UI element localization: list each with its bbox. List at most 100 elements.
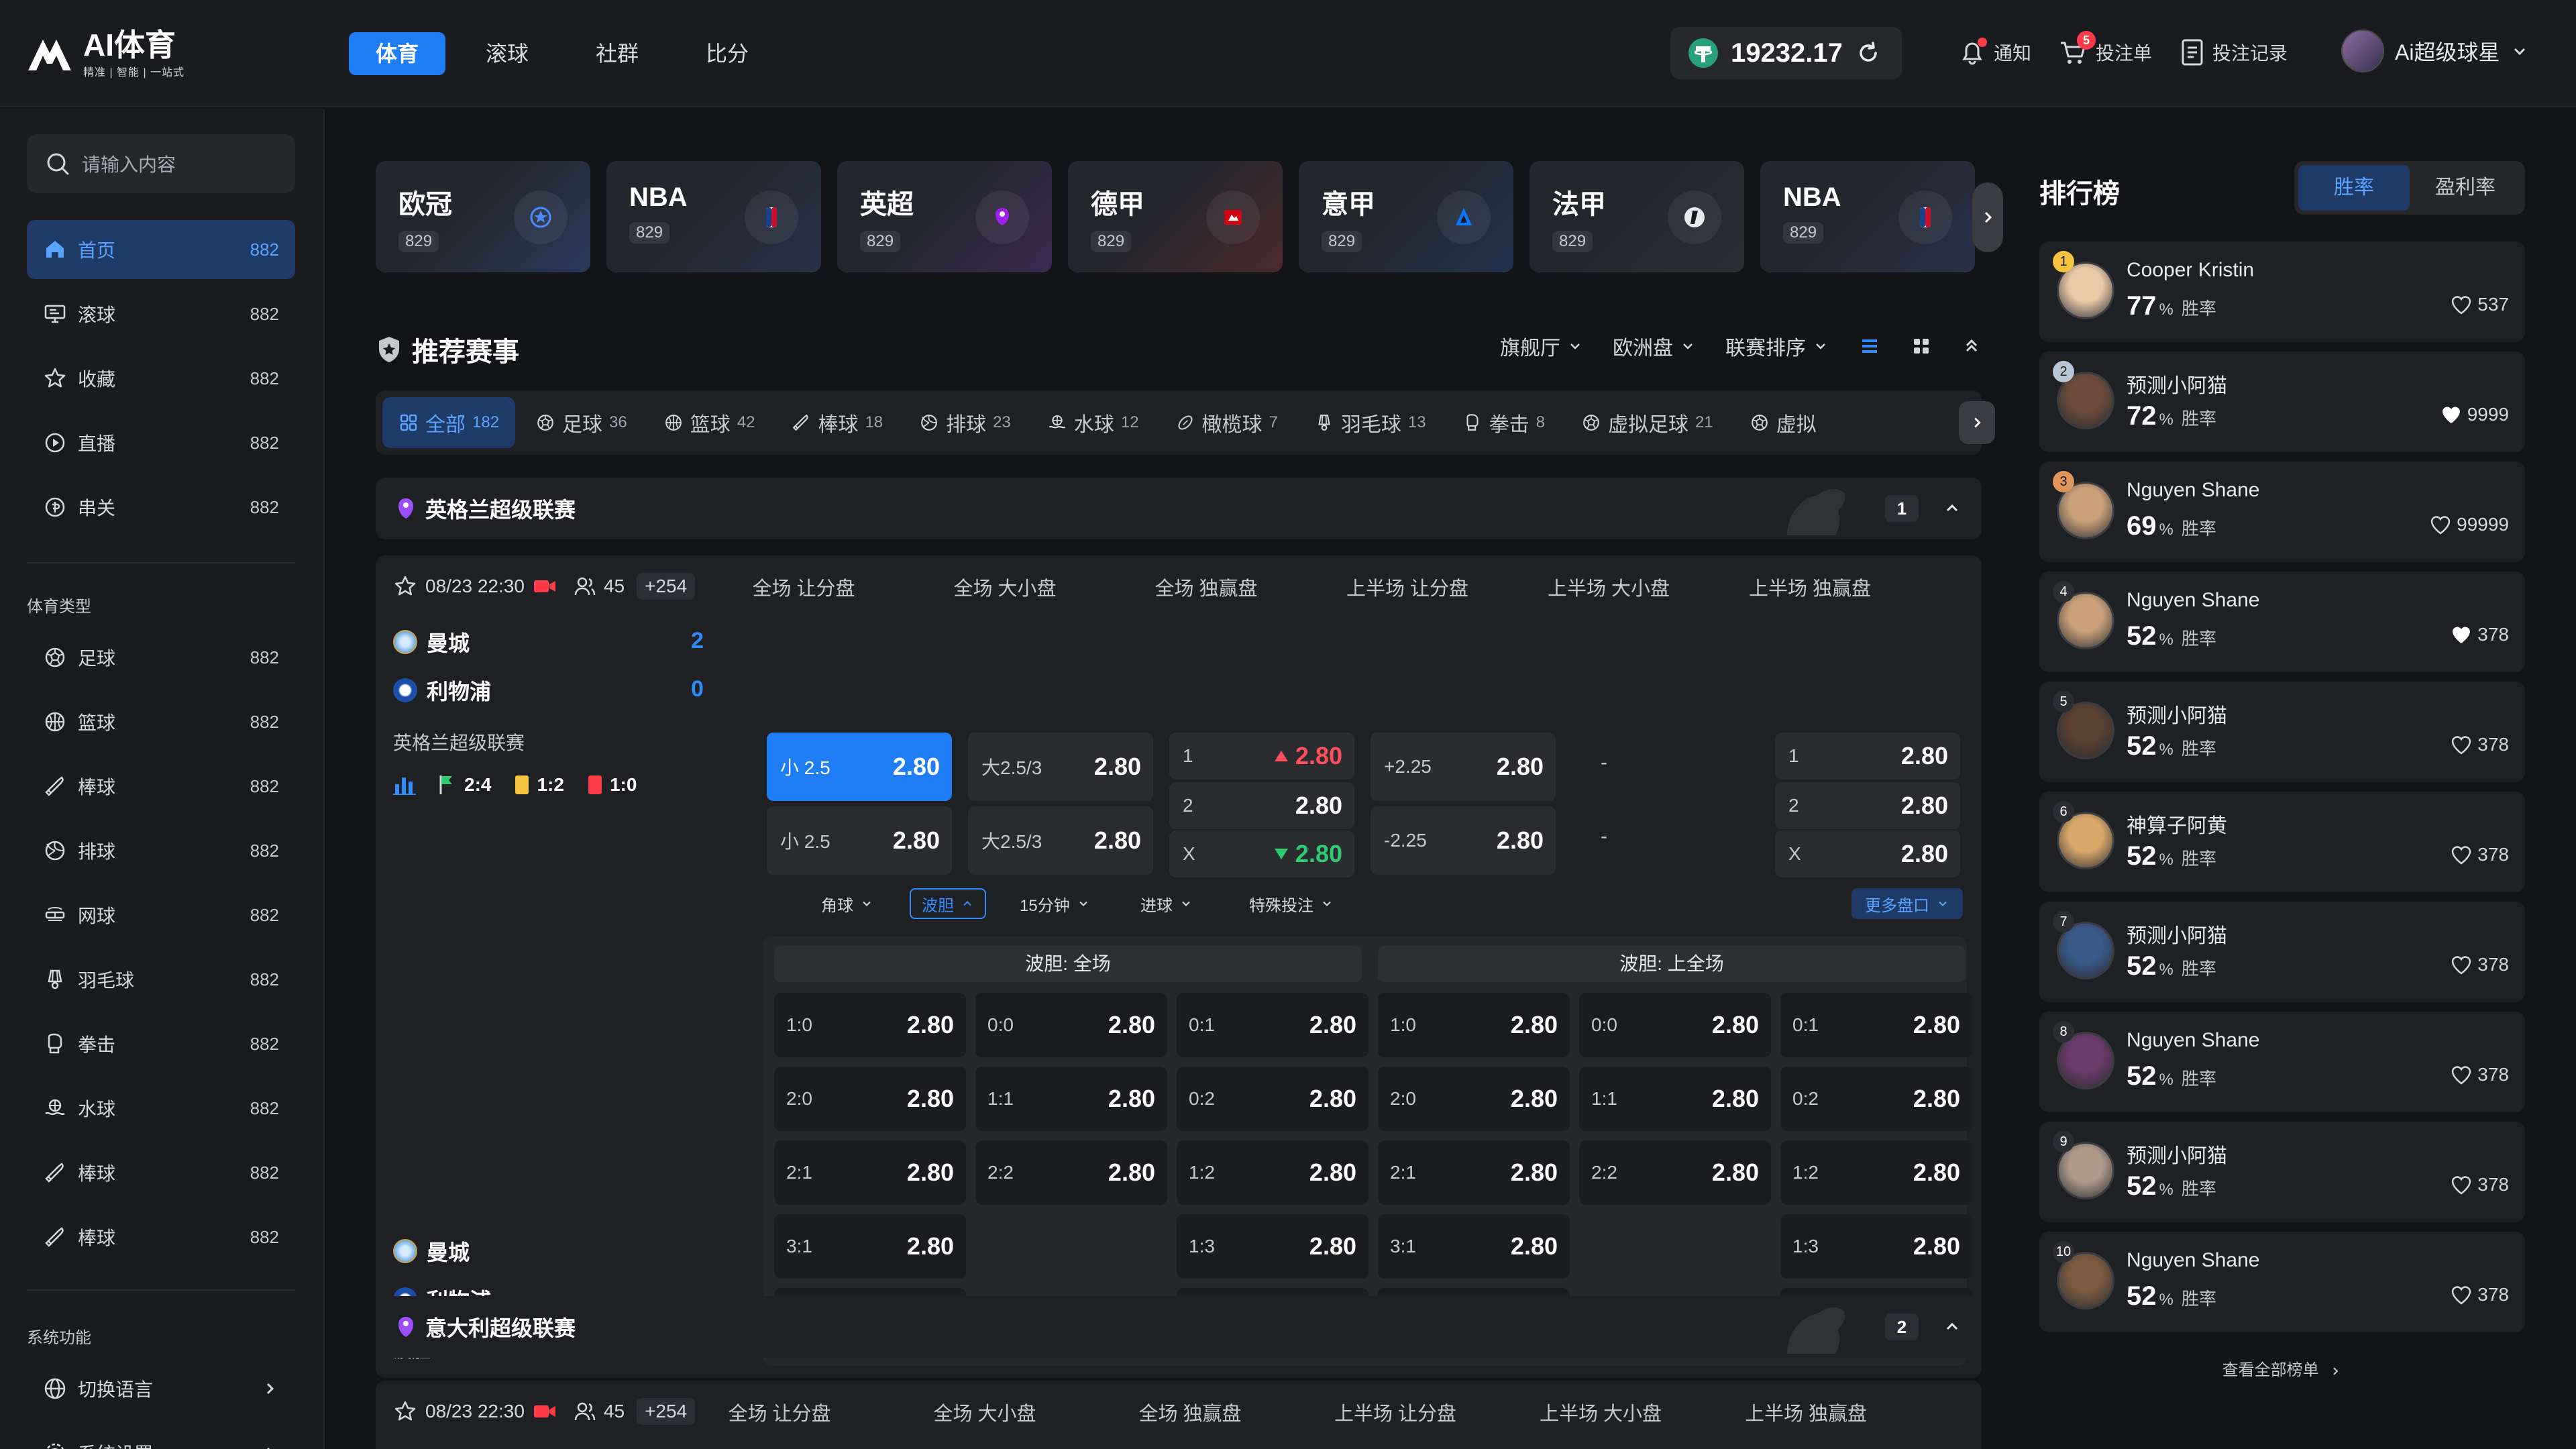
sport-tab[interactable]: 拳击 8: [1446, 397, 1561, 448]
ranking-item[interactable]: 2 预测小阿猫 72% 胜率 9999: [2039, 352, 2525, 452]
like-button[interactable]: 378: [2451, 954, 2509, 975]
sidebar-item-sport[interactable]: 棒球 882: [27, 757, 295, 816]
search-input[interactable]: 请输入内容: [27, 134, 295, 193]
correct-score-odds-button[interactable]: 0:1 2.80: [1177, 993, 1368, 1057]
correct-score-odds-button[interactable]: 2:0 2.80: [1378, 1067, 1570, 1131]
betslip-button[interactable]: 5 投注单: [2058, 31, 2152, 67]
correct-score-odds-button[interactable]: 2:2 2.80: [1579, 1140, 1771, 1205]
like-button[interactable]: 378: [2451, 1064, 2509, 1085]
correct-score-odds-button[interactable]: 2:2 2.80: [975, 1140, 1167, 1205]
sport-tab[interactable]: 篮球 42: [647, 397, 771, 448]
notify-button[interactable]: 通知: [1957, 38, 2031, 67]
chevron-up-icon[interactable]: [1943, 1318, 1962, 1336]
odds-button[interactable]: X 2.80: [1169, 830, 1354, 877]
odds-button[interactable]: 2 2.80: [1775, 782, 1960, 829]
correct-score-odds-button[interactable]: 1:1 2.80: [1579, 1067, 1771, 1131]
sidebar-item-1[interactable]: 滚球 882: [27, 284, 295, 343]
odds-button[interactable]: X 2.80: [1775, 830, 1960, 877]
ranking-item[interactable]: 5 预测小阿猫 52% 胜率 378: [2039, 682, 2525, 782]
sport-tab[interactable]: 虚拟: [1733, 397, 1839, 448]
like-button[interactable]: 537: [2451, 294, 2509, 315]
odds-button[interactable]: +2.25 2.80: [1371, 733, 1556, 801]
correct-score-odds-button[interactable]: 2:1 2.80: [1378, 1140, 1570, 1205]
sidebar-item-sport[interactable]: 足球 882: [27, 628, 295, 687]
league-card[interactable]: 英超 829: [837, 161, 1052, 272]
sidebar-item-language[interactable]: 切换语言: [27, 1359, 295, 1418]
correct-score-odds-button[interactable]: 2:1 2.80: [774, 1140, 966, 1205]
sport-tabs-next-button[interactable]: [1959, 401, 1995, 444]
star-outline-icon[interactable]: [393, 1399, 417, 1424]
correct-score-odds-button[interactable]: 1:0 2.80: [774, 993, 966, 1057]
more-markets-count[interactable]: +254: [637, 573, 696, 600]
ranking-item[interactable]: 7 预测小阿猫 52% 胜率 378: [2039, 902, 2525, 1002]
sport-tab[interactable]: 羽毛球 13: [1298, 397, 1442, 448]
correct-score-odds-button[interactable]: 1:2 2.80: [1177, 1140, 1368, 1205]
sidebar-item-sport[interactable]: 网球 882: [27, 885, 295, 945]
sidebar-item-4[interactable]: 串关 882: [27, 478, 295, 537]
nav-live[interactable]: 滚球: [459, 32, 555, 75]
logo[interactable]: AI体育 精准 | 智能 | 一站式: [25, 30, 184, 79]
like-button[interactable]: 378: [2451, 844, 2509, 865]
ranking-item[interactable]: 1 Cooper Kristin 77% 胜率 537: [2039, 241, 2525, 342]
subtab-corners[interactable]: 角球: [810, 888, 884, 919]
sport-tab[interactable]: 棒球 18: [775, 397, 899, 448]
subtab-goals[interactable]: 进球: [1130, 888, 1203, 919]
filter-hall-dropdown[interactable]: 旗舰厅: [1500, 331, 1583, 361]
sport-tab[interactable]: 足球 36: [519, 397, 643, 448]
league-next-button[interactable]: [1972, 182, 2003, 252]
like-button[interactable]: 9999: [2440, 404, 2509, 425]
like-button[interactable]: 378: [2451, 1284, 2509, 1305]
sidebar-item-3[interactable]: 直播 882: [27, 413, 295, 472]
ranking-item[interactable]: 10 Nguyen Shane 52% 胜率 378: [2039, 1232, 2525, 1332]
list-view-icon[interactable]: [1858, 335, 1881, 358]
league-card[interactable]: 德甲 829: [1068, 161, 1283, 272]
sidebar-item-sport[interactable]: 羽毛球 882: [27, 950, 295, 1009]
league-card[interactable]: NBA 829: [606, 161, 821, 272]
odds-button[interactable]: 大2.5/3 2.80: [968, 733, 1153, 801]
sidebar-item-sport[interactable]: 拳击 882: [27, 1014, 295, 1073]
correct-score-odds-button[interactable]: 0:2 2.80: [1780, 1067, 1972, 1131]
sidebar-item-home[interactable]: 首页 882: [27, 220, 295, 279]
sidebar-item-sport[interactable]: 棒球 882: [27, 1143, 295, 1202]
league-card[interactable]: 意甲 829: [1299, 161, 1513, 272]
more-markets-button[interactable]: 更多盘口: [1851, 888, 1963, 919]
ranking-item[interactable]: 3 Nguyen Shane 69% 胜率 99999: [2039, 462, 2525, 562]
correct-score-odds-button[interactable]: 2:0 2.80: [774, 1067, 966, 1131]
like-button[interactable]: 378: [2451, 624, 2509, 645]
correct-score-odds-button[interactable]: 0:2 2.80: [1177, 1067, 1368, 1131]
nav-sports[interactable]: 体育: [349, 32, 446, 75]
odds-button[interactable]: 大2.5/3 2.80: [968, 806, 1153, 875]
like-button[interactable]: 99999: [2430, 514, 2509, 535]
odds-button[interactable]: -2.25 2.80: [1371, 806, 1556, 875]
correct-score-odds-button[interactable]: 1:3 2.80: [1177, 1214, 1368, 1279]
like-button[interactable]: 378: [2451, 1174, 2509, 1195]
odds-button[interactable]: 2 2.80: [1169, 782, 1354, 829]
records-button[interactable]: 投注记录: [2179, 38, 2288, 67]
league-card[interactable]: NBA 829: [1760, 161, 1975, 272]
ranking-item[interactable]: 6 神算子阿黄 52% 胜率 378: [2039, 792, 2525, 892]
odds-button[interactable]: 小 2.5 2.80: [767, 733, 952, 801]
sport-tab[interactable]: 虚拟足球 21: [1565, 397, 1729, 448]
correct-score-odds-button[interactable]: 3:1 2.80: [1378, 1214, 1570, 1279]
video-camera-icon[interactable]: [533, 1402, 557, 1421]
correct-score-odds-button[interactable]: 1:3 2.80: [1780, 1214, 1972, 1279]
refresh-icon[interactable]: [1855, 40, 1882, 66]
sidebar-item-settings[interactable]: 系统设置: [27, 1424, 295, 1449]
subtab-15min[interactable]: 15分钟: [1009, 888, 1101, 919]
odds-button[interactable]: 1 2.80: [1169, 733, 1354, 780]
correct-score-odds-button[interactable]: 0:0 2.80: [975, 993, 1167, 1057]
star-outline-icon[interactable]: [393, 574, 417, 598]
correct-score-odds-button[interactable]: 1:1 2.80: [975, 1067, 1167, 1131]
odds-button[interactable]: 小 2.5 2.80: [767, 806, 952, 875]
ranking-item[interactable]: 8 Nguyen Shane 52% 胜率 378: [2039, 1012, 2525, 1112]
grid-view-icon[interactable]: [1911, 335, 1932, 357]
sport-tab[interactable]: 排球 23: [903, 397, 1027, 448]
subtab-special[interactable]: 特殊投注: [1238, 888, 1344, 919]
filter-sort-dropdown[interactable]: 联赛排序: [1725, 331, 1829, 361]
ranking-item[interactable]: 4 Nguyen Shane 52% 胜率 378: [2039, 572, 2525, 672]
sidebar-item-sport[interactable]: 排球 882: [27, 821, 295, 880]
sidebar-item-sport[interactable]: 篮球 882: [27, 692, 295, 751]
filter-odds-dropdown[interactable]: 欧洲盘: [1613, 331, 1696, 361]
correct-score-odds-button[interactable]: 0:1 2.80: [1780, 993, 1972, 1057]
chevron-up-icon[interactable]: [1943, 499, 1962, 518]
